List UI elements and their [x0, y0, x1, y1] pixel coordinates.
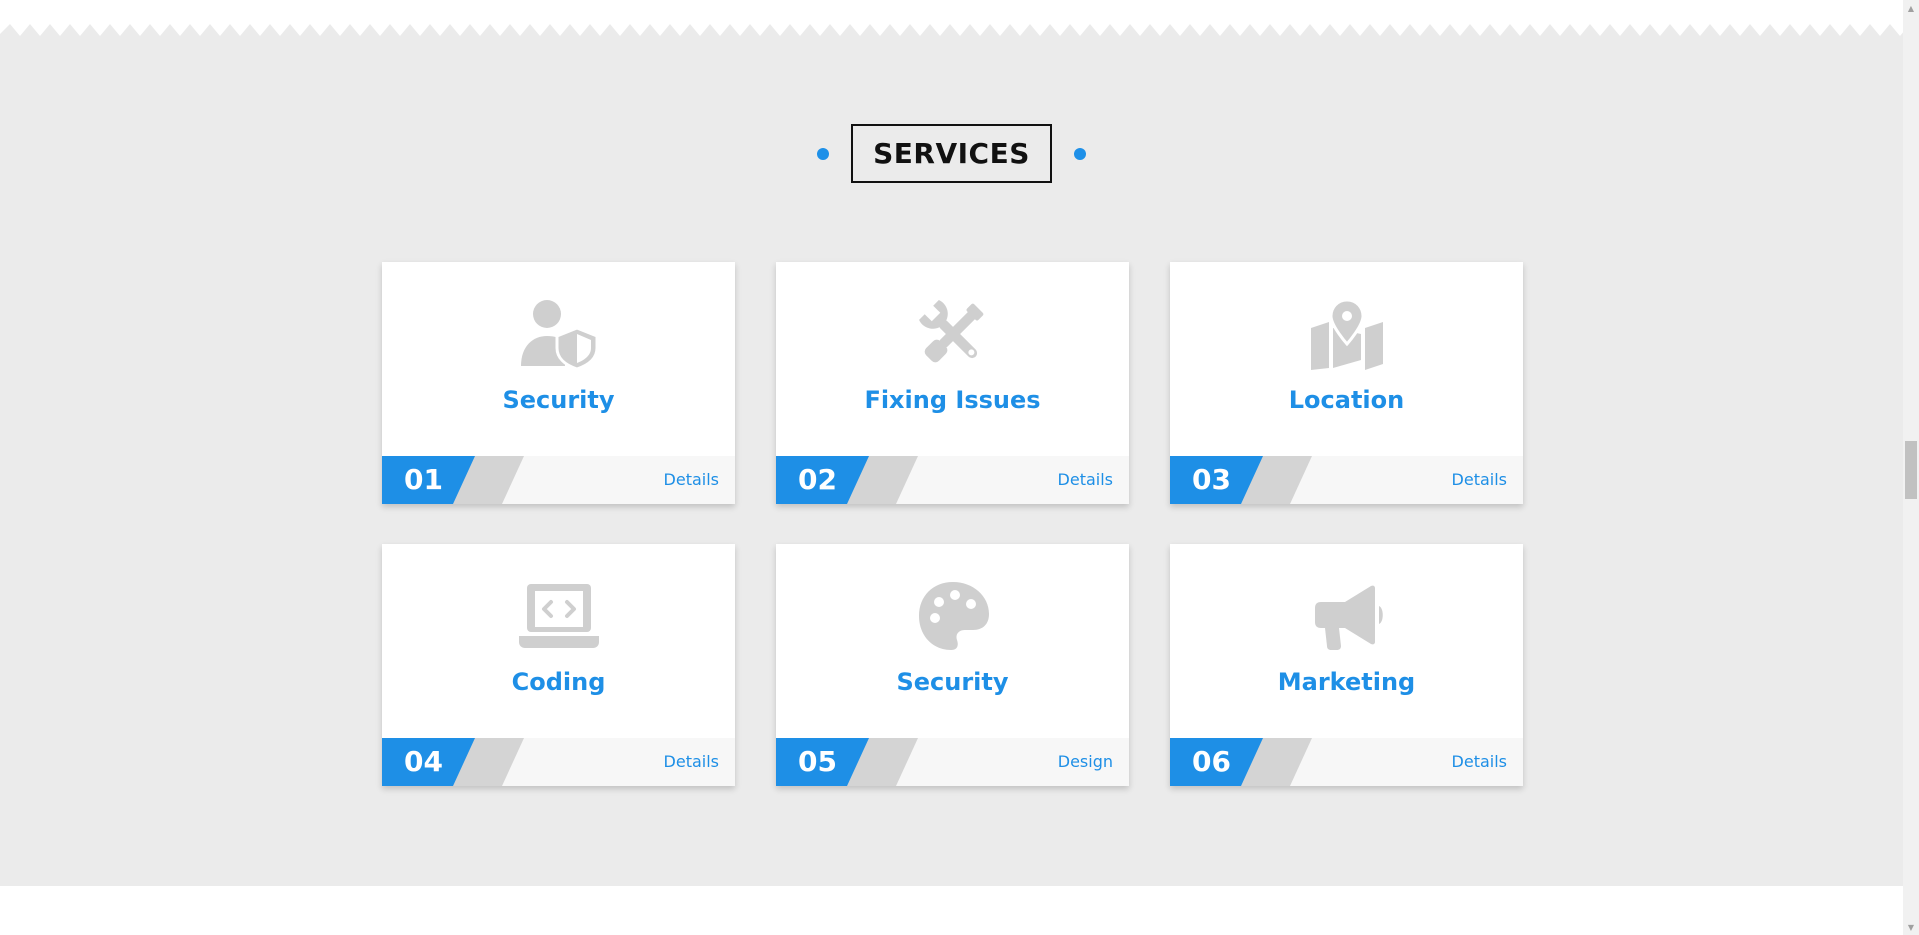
service-card[interactable]: Location 03 Details [1170, 262, 1523, 504]
details-link[interactable]: Design [1058, 738, 1113, 786]
card-title: Location [1288, 386, 1405, 414]
scroll-thumb[interactable] [1905, 441, 1917, 499]
details-link[interactable]: Details [664, 738, 719, 786]
card-number: 03 [1192, 463, 1231, 496]
heading-dot-right [1073, 147, 1086, 160]
card-footer: 02 Details [776, 456, 1129, 504]
details-link[interactable]: Details [1058, 456, 1113, 504]
services-grid: Security 01 Details Fixing Issues 02 Det… [382, 262, 1523, 786]
palette-icon [776, 580, 1129, 652]
page: SERVICES Security 01 Details Fixing Issu… [0, 0, 1919, 935]
service-card[interactable]: Coding 04 Details [382, 544, 735, 786]
details-link[interactable]: Details [1452, 456, 1507, 504]
heading-dot-left [817, 147, 830, 160]
card-title: Security [502, 386, 615, 414]
card-title: Marketing [1277, 668, 1416, 696]
card-title: Security [896, 668, 1009, 696]
card-number: 02 [798, 463, 837, 496]
section-title: SERVICES [873, 137, 1030, 170]
card-footer: 04 Details [382, 738, 735, 786]
vertical-scrollbar[interactable]: ▲ ▼ [1903, 0, 1919, 935]
service-card[interactable]: Security 05 Design [776, 544, 1129, 786]
card-title: Coding [511, 668, 606, 696]
next-section [0, 886, 1903, 935]
user-shield-icon [382, 298, 735, 370]
card-footer: 01 Details [382, 456, 735, 504]
details-link[interactable]: Details [1452, 738, 1507, 786]
card-footer: 06 Details [1170, 738, 1523, 786]
map-location-icon [1170, 298, 1523, 370]
card-number: 04 [404, 745, 443, 778]
card-number: 01 [404, 463, 443, 496]
section-heading: SERVICES [0, 124, 1903, 183]
card-number: 06 [1192, 745, 1231, 778]
service-card[interactable]: Security 01 Details [382, 262, 735, 504]
tools-icon [776, 298, 1129, 370]
card-footer: 05 Design [776, 738, 1129, 786]
heading-box: SERVICES [851, 124, 1052, 183]
card-number: 05 [798, 745, 837, 778]
scroll-up-arrow-icon[interactable]: ▲ [1903, 0, 1919, 16]
scroll-down-arrow-icon[interactable]: ▼ [1903, 919, 1919, 935]
service-card[interactable]: Fixing Issues 02 Details [776, 262, 1129, 504]
zigzag-divider [0, 0, 1903, 40]
megaphone-icon [1170, 580, 1523, 652]
card-footer: 03 Details [1170, 456, 1523, 504]
details-link[interactable]: Details [664, 456, 719, 504]
card-title: Fixing Issues [864, 386, 1041, 414]
laptop-code-icon [382, 580, 735, 652]
service-card[interactable]: Marketing 06 Details [1170, 544, 1523, 786]
